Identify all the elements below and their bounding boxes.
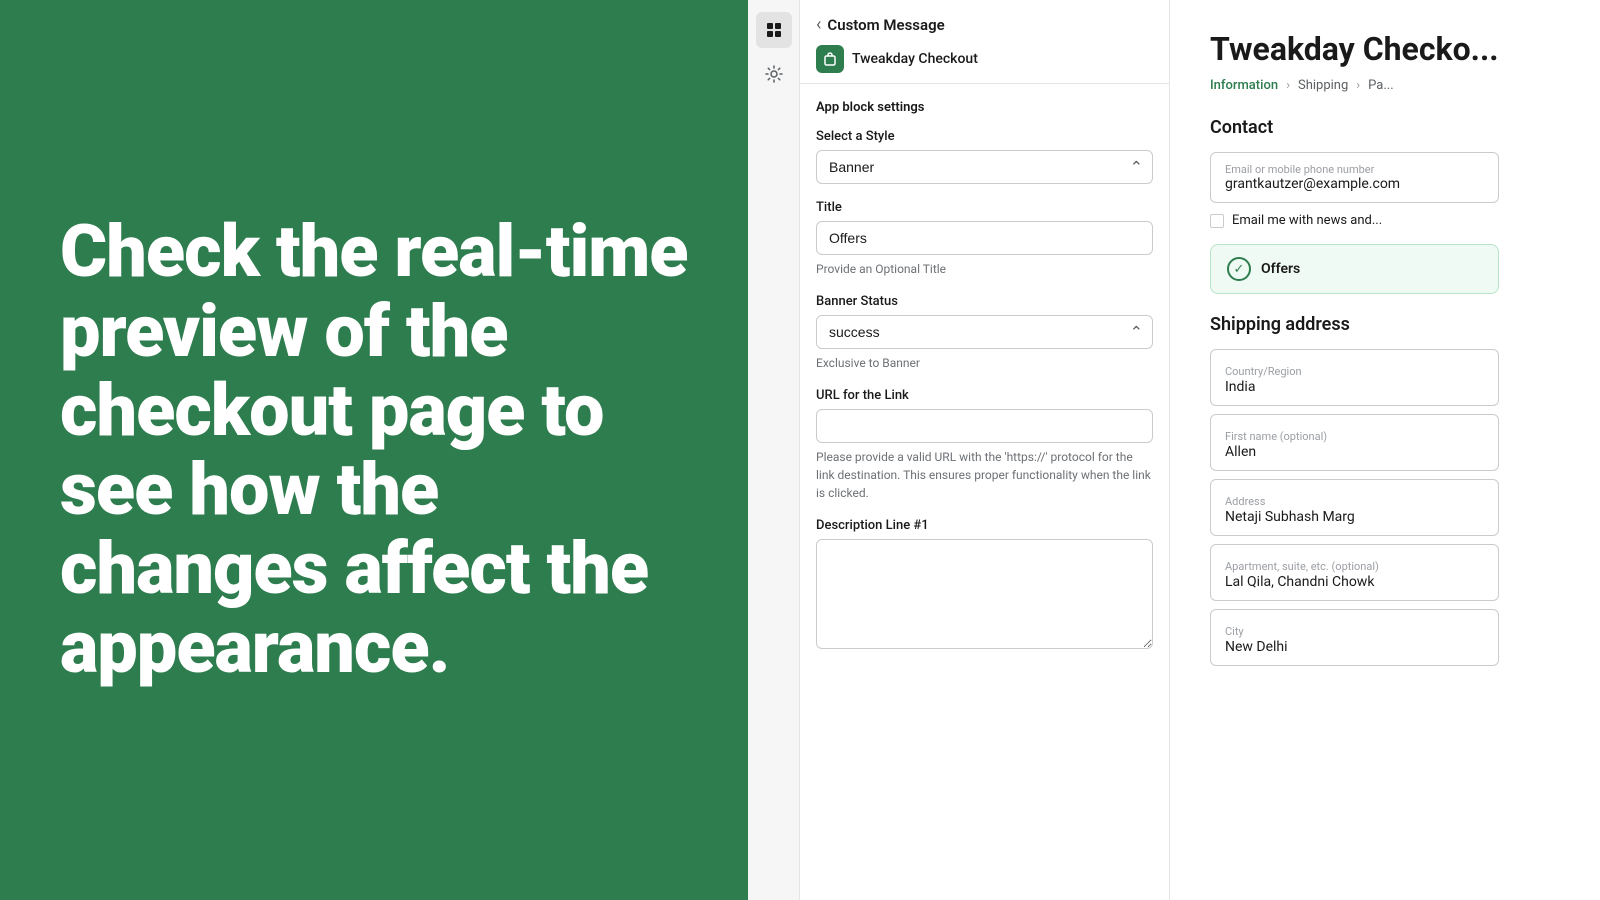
settings-section-title: App block settings <box>816 100 1153 115</box>
left-panel: Check the real-time preview of the check… <box>0 0 748 900</box>
first-name-field: First name (optional) Allen <box>1210 414 1499 471</box>
apt-field: Apartment, suite, etc. (optional) Lal Qi… <box>1210 544 1499 601</box>
style-field-group: Select a Style Banner Inline Popup ⌃ <box>816 129 1153 184</box>
breadcrumb-payment: Pa... <box>1368 78 1394 93</box>
desc-field-group: Description Line #1 <box>816 518 1153 653</box>
banner-status-label: Banner Status <box>816 294 1153 309</box>
title-field-group: Title Provide an Optional Title <box>816 200 1153 278</box>
settings-icon <box>764 64 784 84</box>
desc-textarea[interactable] <box>816 539 1153 649</box>
url-field-group: URL for the Link Please provide a valid … <box>816 388 1153 502</box>
url-label: URL for the Link <box>816 388 1153 403</box>
settings-icon-btn[interactable] <box>756 56 792 92</box>
breadcrumb-information: Information <box>1210 78 1278 93</box>
city-field: City New Delhi <box>1210 609 1499 666</box>
email-checkbox-row: Email me with news and... <box>1210 213 1499 228</box>
shipping-section-title: Shipping address <box>1210 314 1499 335</box>
country-label: Country/Region <box>1225 365 1302 378</box>
offer-text: Offers <box>1261 261 1300 277</box>
breadcrumb-sep-2: › <box>1356 78 1360 93</box>
offer-banner: ✓ Offers <box>1210 244 1499 294</box>
url-input[interactable] <box>816 409 1153 443</box>
contact-value: grantkautzer@example.com <box>1225 176 1484 192</box>
bag-icon <box>822 51 838 67</box>
checkout-preview: Tweakday Checko... Information › Shippin… <box>1170 0 1539 900</box>
style-select[interactable]: Banner Inline Popup <box>816 150 1153 184</box>
contact-placeholder-label: Email or mobile phone number <box>1225 163 1484 176</box>
title-label: Title <box>816 200 1153 215</box>
email-checkbox-label: Email me with news and... <box>1232 213 1382 228</box>
country-field: Country/Region India <box>1210 349 1499 406</box>
breadcrumb: Information › Shipping › Pa... <box>1210 78 1499 93</box>
desc-label: Description Line #1 <box>816 518 1153 533</box>
title-hint: Provide an Optional Title <box>816 260 1153 278</box>
banner-status-select-wrapper: success warning error info ⌃ <box>816 315 1153 349</box>
breadcrumb-sep-1: › <box>1286 78 1290 93</box>
checkout-title: Tweakday Checko... <box>1210 30 1499 68</box>
title-input[interactable] <box>816 221 1153 255</box>
url-hint: Please provide a valid URL with the 'htt… <box>816 448 1153 502</box>
banner-status-hint: Exclusive to Banner <box>816 354 1153 372</box>
right-panel: Tweakday Checko... Information › Shippin… <box>1170 0 1539 900</box>
middle-header: ‹ Custom Message Tweakday Checkout <box>800 0 1169 84</box>
main-heading: Check the real-time preview of the check… <box>60 212 688 687</box>
sidebar <box>748 0 800 900</box>
first-name-value: Allen <box>1225 444 1484 460</box>
contact-section-title: Contact <box>1210 117 1499 138</box>
back-title: Custom Message <box>827 16 944 34</box>
blocks-icon <box>764 20 784 40</box>
address-field: Address Netaji Subhash Marg <box>1210 479 1499 536</box>
banner-status-select[interactable]: success warning error info <box>816 315 1153 349</box>
app-icon <box>816 45 844 73</box>
breadcrumb-shipping: Shipping <box>1298 78 1348 93</box>
back-arrow-icon[interactable]: ‹ <box>816 14 821 35</box>
address-label: Address <box>1225 495 1265 508</box>
style-label: Select a Style <box>816 129 1153 144</box>
app-row: Tweakday Checkout <box>816 45 1153 73</box>
country-value: India <box>1225 379 1484 395</box>
back-row: ‹ Custom Message <box>816 14 1153 35</box>
style-select-wrapper: Banner Inline Popup ⌃ <box>816 150 1153 184</box>
first-name-label: First name (optional) <box>1225 430 1327 443</box>
banner-status-field-group: Banner Status success warning error info… <box>816 294 1153 372</box>
apt-value: Lal Qila, Chandni Chowk <box>1225 574 1484 590</box>
city-value: New Delhi <box>1225 639 1484 655</box>
blocks-icon-btn[interactable] <box>756 12 792 48</box>
city-label: City <box>1225 625 1244 638</box>
settings-content: App block settings Select a Style Banner… <box>800 84 1169 900</box>
contact-input-wrapper: Email or mobile phone number grantkautze… <box>1210 152 1499 203</box>
middle-panel: ‹ Custom Message Tweakday Checkout App b… <box>800 0 1170 900</box>
offer-check-icon: ✓ <box>1227 257 1251 281</box>
address-value: Netaji Subhash Marg <box>1225 509 1484 525</box>
apt-label: Apartment, suite, etc. (optional) <box>1225 560 1379 573</box>
app-name: Tweakday Checkout <box>852 51 978 67</box>
email-checkbox[interactable] <box>1210 214 1224 228</box>
